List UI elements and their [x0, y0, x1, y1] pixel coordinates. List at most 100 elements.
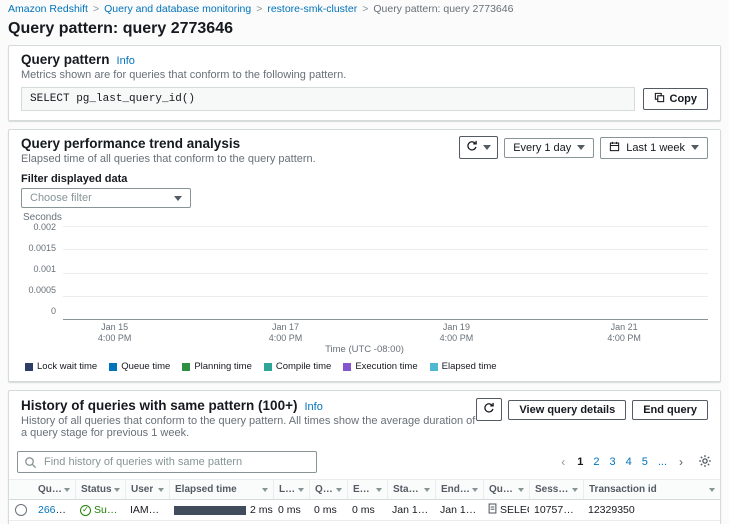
page-number-button[interactable]: 3	[604, 454, 620, 470]
row-select-radio[interactable]	[15, 504, 27, 516]
column-header[interactable]: User	[125, 480, 169, 499]
breadcrumb-link-cluster[interactable]: restore-smk-cluster	[267, 3, 357, 15]
chevron-down-icon	[174, 196, 182, 201]
elapsed-bar	[174, 506, 246, 515]
column-header-label: User	[131, 484, 153, 495]
history-info-link[interactable]: Info	[304, 401, 322, 413]
history-refresh-button[interactable]	[476, 398, 502, 421]
breadcrumb-separator: >	[93, 3, 99, 15]
y-tick-label: 0.0005	[21, 285, 56, 295]
column-header[interactable]: Executi...	[347, 480, 387, 499]
legend-swatch	[264, 363, 272, 371]
column-header[interactable]: Elapsed time	[169, 480, 273, 499]
success-check-icon: ✓	[80, 505, 91, 516]
table-settings-button[interactable]	[698, 454, 712, 471]
x-tick-label: Jan 154:00 PM	[98, 322, 132, 344]
y-axis-labels: 0.0020.00150.0010.00050	[21, 222, 63, 316]
column-header[interactable]: Session i...	[529, 480, 583, 499]
search-box	[17, 451, 317, 473]
copy-button[interactable]: Copy	[643, 88, 709, 110]
column-header[interactable]: Status	[75, 480, 125, 499]
previous-page-button[interactable]: ‹	[556, 453, 570, 471]
pattern-sql-text: SELECT pg_last_query_id()	[21, 87, 635, 111]
legend-item[interactable]: Queue time	[109, 361, 170, 372]
gridline	[63, 226, 708, 227]
sort-caret-icon	[262, 488, 268, 492]
interval-select[interactable]: Every 1 day	[504, 138, 594, 158]
search-input[interactable]	[17, 451, 317, 473]
sort-caret-icon	[518, 488, 524, 492]
page-number-button[interactable]: 2	[588, 454, 604, 470]
legend-label: Queue time	[121, 361, 170, 372]
query-pattern-description: Metrics shown are for queries that confo…	[21, 69, 708, 81]
refresh-button[interactable]	[459, 136, 498, 159]
history-title: History of queries with same pattern (10…	[21, 398, 297, 413]
column-header-label: Query id	[38, 484, 62, 495]
view-query-details-button[interactable]: View query details	[508, 400, 626, 420]
page-number-button[interactable]: 1	[572, 454, 588, 470]
legend-item[interactable]: Planning time	[182, 361, 252, 372]
start-time-cell: Jan 17th, ...	[387, 504, 435, 516]
execution-time-cell: 0 ms	[347, 504, 387, 516]
breadcrumb-link-redshift[interactable]: Amazon Redshift	[8, 3, 88, 15]
column-header-label: Queue ti...	[315, 484, 334, 495]
column-header-label: Query te...	[489, 484, 516, 495]
legend-item[interactable]: Lock wait time	[25, 361, 97, 372]
history-card: History of queries with same pattern (10…	[8, 390, 721, 524]
history-table: Query id Status User Elapsed timeLock w... Q…	[9, 479, 720, 524]
query-id-link[interactable]: 2666717	[38, 504, 75, 516]
column-header-label: Status	[81, 484, 112, 495]
legend-item[interactable]: Elapsed time	[430, 361, 497, 372]
time-range-select[interactable]: Last 1 week	[600, 137, 708, 159]
sort-caret-icon	[376, 488, 382, 492]
table-body: 2666717 ✓ Success IAMR:Ad... 2 ms 0 ms 0…	[9, 500, 720, 524]
sort-caret-icon	[424, 488, 430, 492]
refresh-icon	[483, 402, 495, 417]
column-header[interactable]: Transaction id	[583, 480, 720, 499]
column-header[interactable]: Query te...	[483, 480, 529, 499]
legend-item[interactable]: Compile time	[264, 361, 331, 372]
query-pattern-info-link[interactable]: Info	[117, 55, 135, 67]
page: Amazon Redshift > Query and database monit…	[0, 0, 729, 524]
user-cell: IAMR:Ad...	[125, 504, 169, 516]
legend-item[interactable]: Execution time	[343, 361, 417, 372]
filter-label: Filter displayed data	[21, 173, 708, 185]
column-header[interactable]: Query id	[33, 480, 75, 499]
legend-swatch	[182, 363, 190, 371]
search-icon	[24, 456, 37, 472]
breadcrumb-link-monitoring[interactable]: Query and database monitoring	[104, 3, 251, 15]
column-header-label: End time	[441, 484, 470, 495]
y-tick-label: 0	[21, 306, 56, 316]
table-row[interactable]: 2666717 ✓ Success IAMR:Ad... 2 ms 0 ms 0…	[9, 500, 720, 521]
legend-swatch	[25, 363, 33, 371]
column-header[interactable]: Queue ti...	[309, 480, 347, 499]
breadcrumb-current: Query pattern: query 2773646	[373, 3, 513, 15]
breadcrumb-separator: >	[362, 3, 368, 15]
column-header-label: Transaction id	[589, 484, 657, 495]
gridline	[63, 249, 708, 250]
column-header[interactable]: Start tim...	[387, 480, 435, 499]
end-query-button[interactable]: End query	[632, 400, 708, 420]
x-axis-labels: Jan 154:00 PMJan 174:00 PMJan 194:00 PMJ…	[63, 322, 708, 343]
page-number-button[interactable]: 5	[637, 454, 653, 470]
column-header-label: Session i...	[535, 484, 570, 495]
filter-select[interactable]: Choose filter	[21, 188, 191, 208]
legend-label: Elapsed time	[442, 361, 497, 372]
page-number-button[interactable]: ...	[653, 454, 672, 470]
chevron-down-icon	[691, 145, 699, 150]
filter-placeholder: Choose filter	[30, 192, 92, 204]
select-all-header	[9, 480, 33, 499]
y-axis-title: Seconds	[23, 212, 708, 223]
column-header[interactable]: Lock w...	[273, 480, 309, 499]
next-page-button[interactable]: ›	[674, 453, 688, 471]
trend-title: Query performance trend analysis	[21, 136, 240, 151]
page-number-button[interactable]: 4	[621, 454, 637, 470]
query-pattern-card: Query patternInfo Metrics shown are for …	[8, 45, 721, 121]
chevron-down-icon	[577, 145, 585, 150]
refresh-caret-icon	[483, 145, 491, 150]
column-header[interactable]: End time	[435, 480, 483, 499]
y-tick-label: 0.002	[21, 222, 56, 232]
legend-label: Execution time	[355, 361, 417, 372]
copy-icon	[654, 92, 665, 106]
query-text-label: SELECT...	[500, 504, 529, 516]
